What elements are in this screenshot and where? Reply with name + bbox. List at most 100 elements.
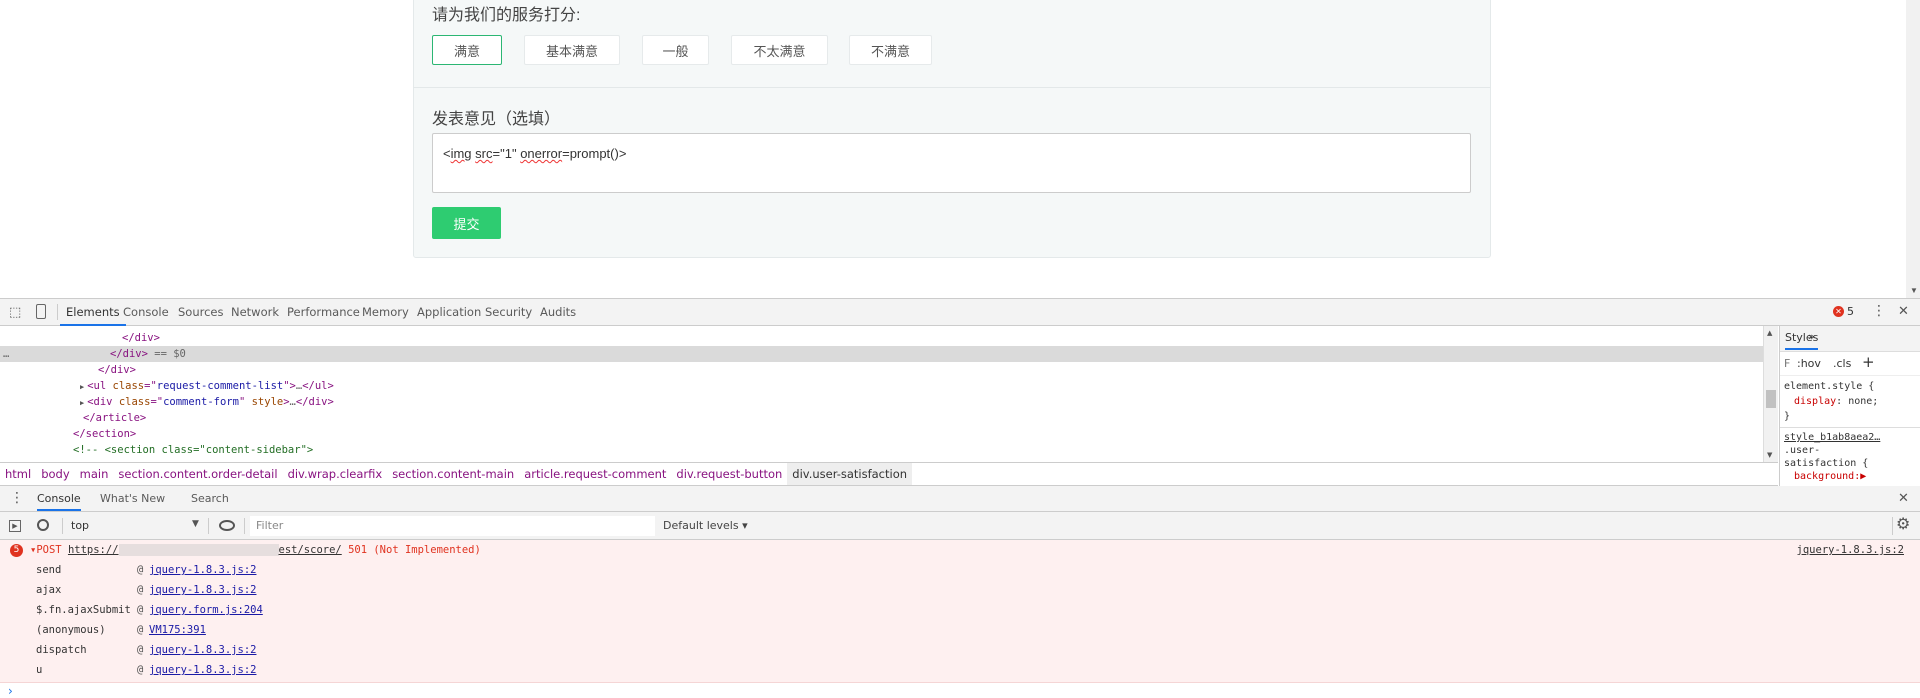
tab-elements[interactable]: Elements <box>60 299 126 326</box>
comment-text-part: =prompt()> <box>562 146 627 161</box>
error-source-link[interactable]: jquery-1.8.3.js:2 <box>1797 540 1904 560</box>
console-filter-input[interactable]: Filter <box>250 516 655 536</box>
dom-tree-node[interactable]: ▶ <ul class="request-comment-list">…</ul> <box>0 378 1763 394</box>
rule-close: } <box>1784 411 1791 422</box>
error-summary[interactable]: ▾POST https:// est/score/ 501 (Not Implem… <box>30 540 481 560</box>
device-toolbar-icon[interactable] <box>36 304 46 319</box>
elements-scrollbar[interactable]: ▲ ▼ <box>1763 326 1778 462</box>
breadcrumb-item[interactable]: body <box>36 463 74 485</box>
inspect-element-icon[interactable]: ⬚ <box>9 305 21 320</box>
breadcrumb-item[interactable]: div.wrap.clearfix <box>283 463 388 485</box>
comment-text-part: onerror <box>520 146 563 161</box>
stack-source-link[interactable]: jquery.form.js:204 <box>149 600 263 620</box>
submit-button[interactable]: 提交 <box>432 207 501 239</box>
tree-token: <ul <box>87 380 113 392</box>
rule-value[interactable]: none; <box>1848 396 1878 407</box>
error-method[interactable]: ▾POST <box>30 544 62 556</box>
more-tabs-icon[interactable]: » <box>1808 330 1815 343</box>
dom-tree-node[interactable]: … </div> == $0 <box>0 346 1763 362</box>
dom-tree-node[interactable]: <!-- <section class="content-sidebar"> <box>0 442 1763 458</box>
page-scrollbar[interactable]: ▼ <box>1906 0 1920 298</box>
chevron-down-icon[interactable]: ▼ <box>192 519 199 529</box>
breadcrumb-item[interactable]: section.content-main <box>387 463 519 485</box>
settings-gear-icon[interactable]: ⚙ <box>1896 514 1910 533</box>
rating-label: 请为我们的服务打分: <box>432 7 581 24</box>
rating-neutral[interactable]: 一般 <box>642 35 709 65</box>
rating-dissatisfied[interactable]: 不满意 <box>849 35 932 65</box>
hov-toggle[interactable]: :hov <box>1797 357 1821 370</box>
redacted-url <box>118 544 279 556</box>
more-options-icon[interactable]: ⋮ <box>1872 303 1886 319</box>
rating-basically-satisfied[interactable]: 基本满意 <box>524 35 620 65</box>
stack-function: send <box>36 564 62 576</box>
tab-performance[interactable]: Performance <box>281 299 366 326</box>
breadcrumb-item[interactable]: div.user-satisfaction <box>787 463 913 485</box>
tree-token: class <box>118 396 151 408</box>
breadcrumb-item[interactable]: html <box>0 463 36 485</box>
clear-console-icon[interactable] <box>37 519 49 531</box>
error-count[interactable]: 5 <box>1847 305 1854 318</box>
stack-function: dispatch <box>36 644 87 656</box>
dom-tree-node[interactable]: </div> <box>0 362 1763 378</box>
eye-icon[interactable] <box>219 520 235 531</box>
tab-audits[interactable]: Audits <box>534 299 582 326</box>
error-url-end[interactable]: est/score/ <box>279 544 342 556</box>
console-error-message: 5 ▾POST https:// est/score/ 501 (Not Impl… <box>0 540 1920 683</box>
tree-token: </div> <box>122 332 160 344</box>
drawer-tab-whats-new[interactable]: What's New <box>100 492 165 505</box>
context-select[interactable]: top <box>71 519 89 532</box>
error-icon[interactable]: ✕ <box>1833 306 1844 317</box>
comment-textarea[interactable]: <img src="1" onerror=prompt()> <box>432 133 1471 193</box>
dom-tree-node[interactable]: ▶ <div class="comment-form" style>…</div> <box>0 394 1763 410</box>
stack-source-link[interactable]: jquery-1.8.3.js:2 <box>149 580 256 600</box>
comment-text-part: ="1" <box>492 146 521 161</box>
stack-source-link[interactable]: jquery-1.8.3.js:2 <box>149 640 256 660</box>
tree-token: </div> <box>110 348 148 360</box>
log-levels-dropdown[interactable]: Default levels ▾ <box>663 519 748 532</box>
separator <box>57 304 58 320</box>
close-drawer-icon[interactable]: ✕ <box>1898 491 1909 506</box>
rating-not-very-satisfied[interactable]: 不太满意 <box>731 35 828 65</box>
tree-token: class <box>112 380 145 392</box>
tab-memory[interactable]: Memory <box>356 299 415 326</box>
tab-network[interactable]: Network <box>225 299 285 326</box>
dom-tree-node[interactable]: </section> <box>0 426 1763 442</box>
breadcrumb-item[interactable]: article.request-comment <box>519 463 671 485</box>
drawer-menu-icon[interactable]: ⋮ <box>10 490 24 506</box>
tree-token: " <box>238 396 252 408</box>
rating-satisfied[interactable]: 满意 <box>432 35 502 65</box>
tab-console[interactable]: Console <box>117 299 175 326</box>
drawer-tab-search[interactable]: Search <box>191 492 229 505</box>
node-actions-icon[interactable]: … <box>3 346 9 362</box>
tree-token: =" <box>144 380 157 392</box>
dom-tree-node[interactable]: </div> <box>0 330 1763 346</box>
expand-arrow-icon[interactable]: ▶ <box>80 399 84 407</box>
tab-security[interactable]: Security <box>479 299 538 326</box>
cls-toggle[interactable]: .cls <box>1833 357 1851 370</box>
expand-arrow-icon[interactable]: ▶ <box>80 383 84 391</box>
error-url-start[interactable]: https:// <box>68 544 119 556</box>
breadcrumb-item[interactable]: div.request-button <box>671 463 787 485</box>
tab-sources[interactable]: Sources <box>172 299 230 326</box>
error-count-badge: 5 <box>10 544 23 557</box>
dom-tree-node[interactable]: </article> <box>0 410 1763 426</box>
rule-source-link[interactable]: style_b1ab8aea2… <box>1784 431 1916 444</box>
stack-source-link[interactable]: jquery-1.8.3.js:2 <box>149 660 256 680</box>
stack-source-link[interactable]: jquery-1.8.3.js:2 <box>149 560 256 580</box>
tab-application[interactable]: Application <box>411 299 487 326</box>
breadcrumb-item[interactable]: main <box>75 463 114 485</box>
styles-filter[interactable]: F <box>1784 357 1790 370</box>
sidebar-toggle-icon[interactable]: ▶ <box>9 520 21 532</box>
comment-label: 发表意见（选填） <box>432 111 561 128</box>
breadcrumb-item[interactable]: section.content.order-detail <box>113 463 282 485</box>
drawer-tab-console[interactable]: Console <box>37 492 81 511</box>
stack-source-link[interactable]: VM175:391 <box>149 620 206 640</box>
rule-property[interactable]: display <box>1794 396 1836 407</box>
close-devtools-icon[interactable]: ✕ <box>1898 304 1909 319</box>
rule-property[interactable]: background:▶ <box>1784 470 1916 483</box>
at-symbol: @ <box>137 644 144 656</box>
tree-token: == $0 <box>147 348 186 360</box>
comment-text-part: img <box>450 146 472 161</box>
console-prompt[interactable]: › <box>8 684 13 698</box>
new-rule-icon[interactable]: + <box>1862 353 1875 371</box>
